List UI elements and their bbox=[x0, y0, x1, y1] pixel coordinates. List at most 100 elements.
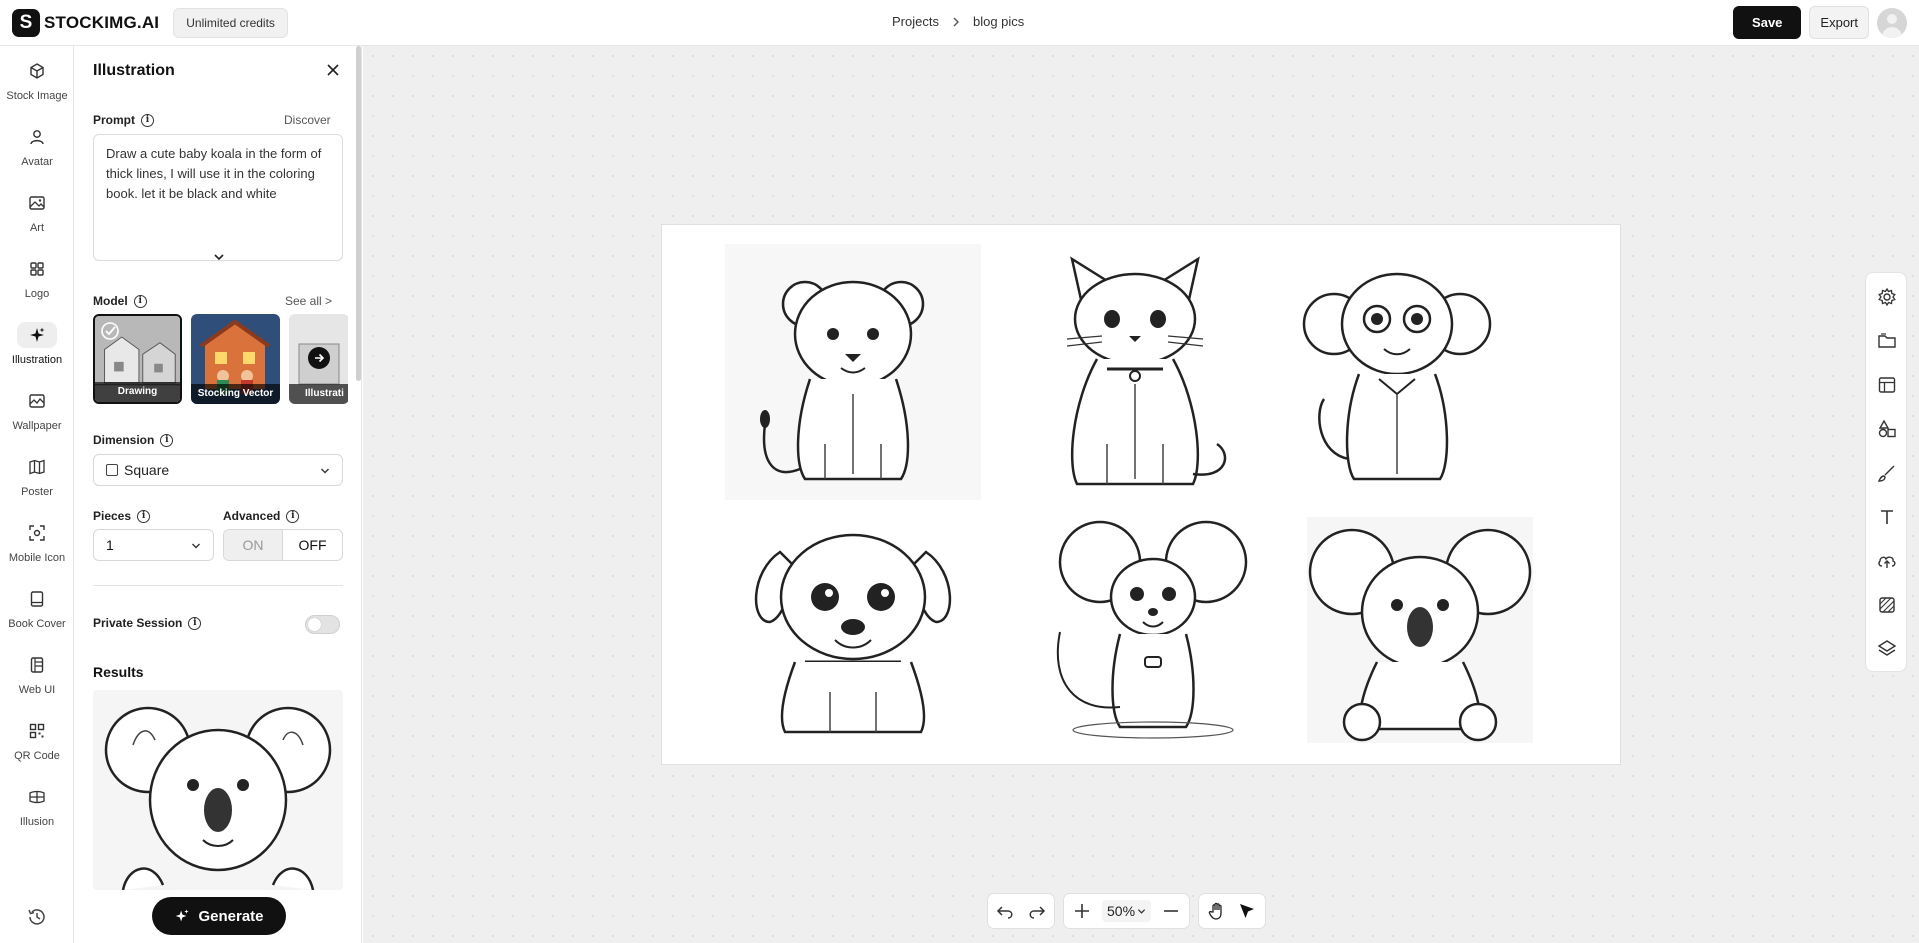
square-icon bbox=[106, 464, 118, 476]
artboard[interactable] bbox=[661, 224, 1621, 765]
history-controls bbox=[987, 893, 1055, 929]
nav-label: Wallpaper bbox=[12, 420, 62, 432]
image-puppy[interactable] bbox=[735, 512, 971, 748]
nav-item-web-ui[interactable]: Web UI bbox=[0, 646, 74, 702]
book-icon bbox=[30, 591, 44, 607]
sparkle-icon bbox=[30, 327, 45, 342]
model-name: Drawing bbox=[95, 382, 180, 402]
top-actions: Save Export bbox=[1733, 6, 1907, 39]
dimension-select[interactable]: Square bbox=[93, 454, 343, 486]
redo-icon[interactable] bbox=[1026, 901, 1046, 921]
nav-label: Stock Image bbox=[6, 90, 68, 102]
prompt-label: Prompt i bbox=[93, 113, 154, 127]
info-icon[interactable]: i bbox=[160, 433, 174, 447]
breadcrumb-current[interactable]: blog pics bbox=[973, 14, 1024, 29]
pointer-controls bbox=[1198, 893, 1267, 929]
info-icon[interactable]: i bbox=[133, 294, 147, 308]
background-remove-icon[interactable] bbox=[1877, 595, 1897, 615]
panel-title: Illustration bbox=[93, 62, 175, 79]
undo-icon[interactable] bbox=[996, 901, 1016, 921]
nav-item-wallpaper[interactable]: Wallpaper bbox=[0, 382, 74, 438]
dimension-label-text: Dimension bbox=[93, 433, 155, 447]
model-card-stocking-vector[interactable]: Stocking Vector bbox=[191, 314, 280, 404]
nav-label: Art bbox=[29, 222, 45, 234]
breadcrumb-projects[interactable]: Projects bbox=[892, 14, 939, 29]
model-name: Illustrati bbox=[289, 384, 348, 404]
wallpaper-icon bbox=[29, 394, 45, 408]
discover-link[interactable]: Discover bbox=[284, 113, 331, 127]
advanced-off-button[interactable]: OFF bbox=[283, 530, 342, 560]
settings-gear-icon[interactable] bbox=[1877, 287, 1897, 307]
info-icon[interactable]: i bbox=[141, 113, 154, 127]
advanced-toggle: ON OFF bbox=[223, 529, 343, 561]
top-bar: S STOCKIMG.AI Unlimited credits Projects… bbox=[0, 0, 1919, 46]
logo-mark-icon: S bbox=[12, 8, 40, 37]
nav-label: QR Code bbox=[14, 750, 60, 762]
settings-panel: Illustration Prompt i Discover Draw a cu… bbox=[74, 46, 362, 943]
hand-icon[interactable] bbox=[1207, 901, 1227, 921]
nav-item-illustration[interactable]: Illustration bbox=[0, 316, 74, 372]
nav-item-book-cover[interactable]: Book Cover bbox=[0, 580, 74, 636]
chevron-down-icon[interactable] bbox=[212, 250, 226, 264]
image-monkey[interactable] bbox=[1289, 244, 1505, 500]
folder-icon[interactable] bbox=[1877, 331, 1897, 351]
image-koala[interactable] bbox=[1307, 517, 1533, 743]
result-thumbnail[interactable] bbox=[93, 690, 343, 890]
info-icon[interactable]: i bbox=[137, 509, 151, 523]
upload-cloud-icon[interactable] bbox=[1877, 551, 1897, 571]
carousel-next-button[interactable] bbox=[308, 347, 330, 369]
nav-item-avatar[interactable]: Avatar bbox=[0, 118, 74, 174]
shapes-icon[interactable] bbox=[1877, 419, 1897, 439]
nav-label: Book Cover bbox=[8, 618, 66, 630]
nav-label: Mobile Icon bbox=[8, 552, 66, 564]
layers-icon[interactable] bbox=[1877, 639, 1897, 659]
sparkle-icon bbox=[176, 909, 190, 922]
illusion-icon bbox=[29, 790, 45, 804]
prompt-input[interactable]: Draw a cute baby koala in the form of th… bbox=[93, 134, 343, 261]
zoom-in-icon[interactable] bbox=[1072, 901, 1092, 921]
bottom-toolbar: 50% bbox=[987, 893, 1267, 929]
pieces-select[interactable]: 1 bbox=[93, 529, 214, 561]
zoom-out-icon[interactable] bbox=[1161, 901, 1181, 921]
nav-item-qr-code[interactable]: QR Code bbox=[0, 712, 74, 768]
text-icon[interactable] bbox=[1877, 507, 1897, 527]
nav-item-illusion[interactable]: Illusion bbox=[0, 778, 74, 834]
avatar[interactable] bbox=[1877, 7, 1907, 38]
monkey-image bbox=[1302, 272, 1492, 481]
info-icon[interactable]: i bbox=[188, 616, 202, 630]
info-icon[interactable]: i bbox=[286, 509, 300, 523]
private-session-label: Private Session i bbox=[93, 616, 202, 630]
nav-item-mobile-icon[interactable]: Mobile Icon bbox=[0, 514, 74, 570]
advanced-on-button[interactable]: ON bbox=[224, 530, 284, 560]
table-icon[interactable] bbox=[1877, 375, 1897, 395]
qr-icon bbox=[29, 723, 45, 739]
nav-item-art[interactable]: Art bbox=[0, 184, 74, 240]
chevron-down-icon bbox=[1137, 908, 1146, 914]
see-all-link[interactable]: See all > bbox=[285, 294, 332, 308]
pointer-icon[interactable] bbox=[1237, 901, 1257, 921]
nav-item-logo[interactable]: Logo bbox=[0, 250, 74, 306]
nav-label: Logo bbox=[24, 288, 50, 300]
app-logo[interactable]: S STOCKIMG.AI bbox=[12, 8, 159, 37]
history-icon[interactable] bbox=[26, 906, 48, 928]
nav-item-poster[interactable]: Poster bbox=[0, 448, 74, 504]
image-kitten[interactable] bbox=[1027, 244, 1243, 500]
canvas[interactable] bbox=[363, 46, 1919, 943]
prompt-label-text: Prompt bbox=[93, 113, 135, 127]
private-session-switch[interactable] bbox=[305, 615, 340, 634]
save-button[interactable]: Save bbox=[1733, 6, 1802, 39]
nav-item-stock-image[interactable]: Stock Image bbox=[0, 52, 74, 108]
close-icon[interactable] bbox=[325, 62, 341, 78]
panel-scrollbar[interactable] bbox=[356, 46, 361, 381]
image-lion[interactable] bbox=[725, 244, 981, 500]
generate-button[interactable]: Generate bbox=[152, 897, 286, 935]
brush-icon[interactable] bbox=[1877, 463, 1897, 483]
zoom-select[interactable]: 50% bbox=[1102, 900, 1152, 922]
arrow-right-icon bbox=[315, 353, 325, 363]
image-mouse[interactable] bbox=[1035, 512, 1271, 748]
credits-badge[interactable]: Unlimited credits bbox=[173, 7, 288, 38]
zoom-controls: 50% bbox=[1063, 893, 1191, 929]
export-button[interactable]: Export bbox=[1809, 6, 1869, 39]
kitten-image bbox=[1066, 256, 1227, 486]
model-card-drawing[interactable]: Drawing bbox=[93, 314, 182, 404]
